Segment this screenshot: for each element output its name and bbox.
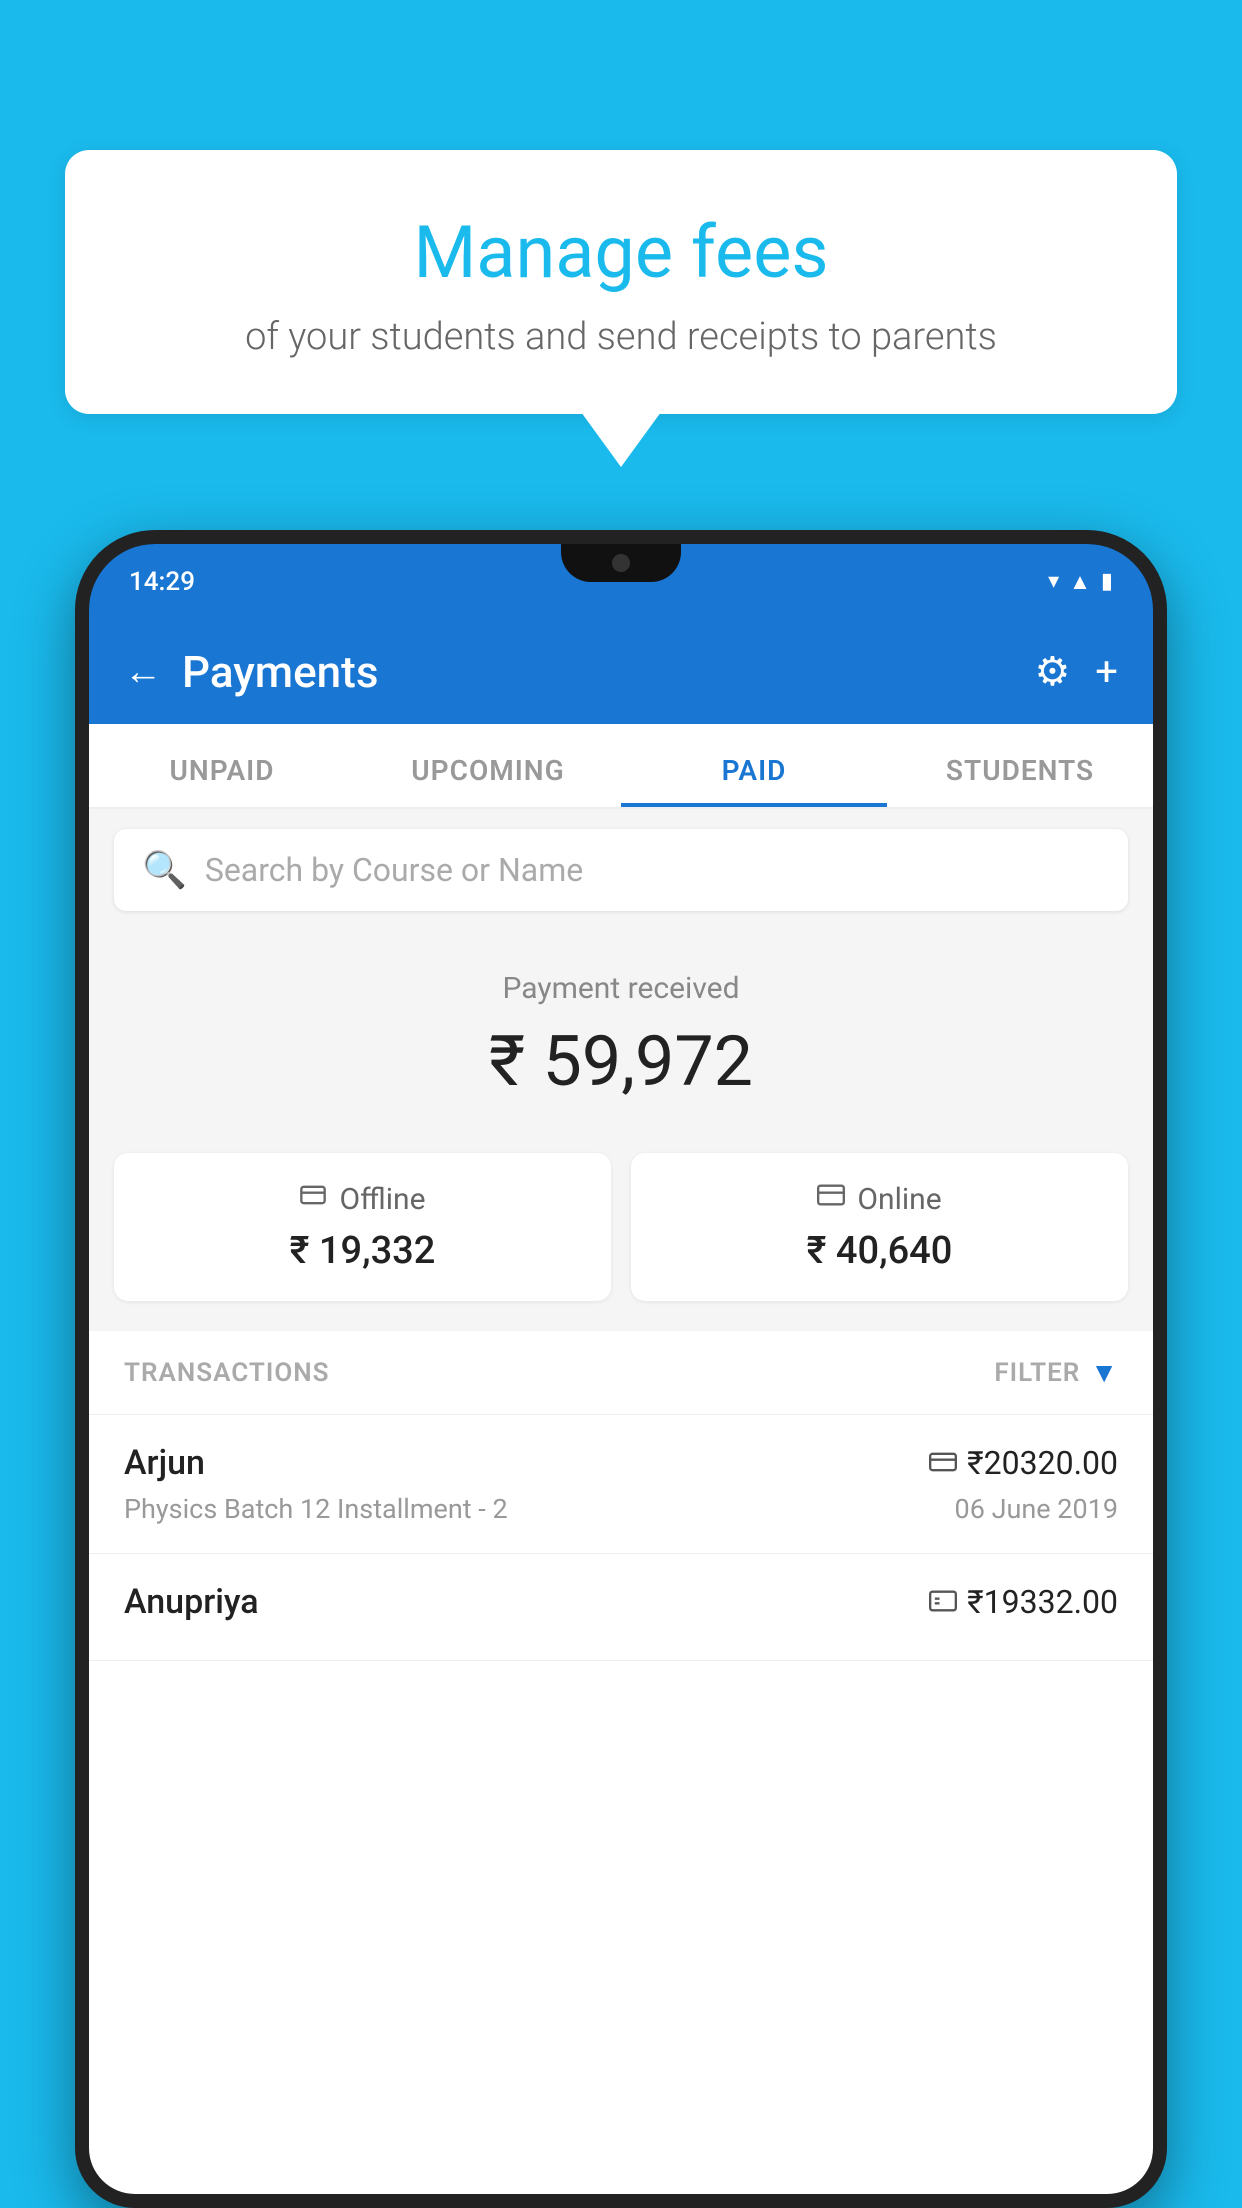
online-label: Online — [857, 1182, 941, 1217]
phone-mockup: 14:29 ▾ ▲ ▮ ← Payments ⚙ + UNPAID — [75, 530, 1167, 2208]
tab-upcoming[interactable]: UPCOMING — [355, 724, 621, 807]
phone-screen: ← Payments ⚙ + UNPAID UPCOMING PAID STUD… — [89, 619, 1153, 2194]
transaction-detail-arjun: Physics Batch 12 Installment - 2 — [124, 1493, 508, 1525]
payment-amount: ₹ 59,972 — [109, 1021, 1133, 1103]
offline-label: Offline — [339, 1182, 425, 1217]
status-icons: ▾ ▲ ▮ — [1048, 569, 1113, 595]
camera-dot — [612, 554, 630, 572]
offline-payment-icon-anupriya — [929, 1586, 957, 1619]
status-bar: 14:29 ▾ ▲ ▮ — [89, 544, 1153, 619]
payment-received-label: Payment received — [109, 971, 1133, 1006]
speech-bubble-arrow — [581, 412, 661, 467]
app-header: ← Payments ⚙ + — [89, 619, 1153, 724]
transaction-name-arjun: Arjun — [124, 1443, 205, 1483]
settings-icon[interactable]: ⚙ — [1034, 648, 1070, 695]
transaction-row-2-arjun: Physics Batch 12 Installment - 2 06 June… — [124, 1493, 1118, 1525]
search-icon: 🔍 — [142, 849, 187, 891]
offline-icon — [299, 1181, 327, 1217]
page-title: Payments — [182, 646, 378, 698]
online-amount: ₹ 40,640 — [807, 1229, 953, 1273]
offline-payment-card: Offline ₹ 19,332 — [114, 1153, 611, 1301]
transactions-label: TRANSACTIONS — [124, 1358, 330, 1388]
transaction-amount-arjun: ₹20320.00 — [967, 1444, 1118, 1482]
transaction-item-arjun[interactable]: Arjun ₹20320.00 Physics Batch 12 Install… — [89, 1415, 1153, 1554]
search-placeholder: Search by Course or Name — [205, 851, 583, 889]
phone-notch — [561, 544, 681, 582]
tab-students[interactable]: STUDENTS — [887, 724, 1153, 807]
search-container: 🔍 Search by Course or Name — [89, 809, 1153, 931]
speech-bubble-container: Manage fees of your students and send re… — [65, 150, 1177, 467]
online-card-top: Online — [817, 1181, 941, 1217]
search-bar[interactable]: 🔍 Search by Course or Name — [114, 829, 1128, 911]
offline-amount: ₹ 19,332 — [290, 1229, 436, 1273]
offline-card-top: Offline — [299, 1181, 425, 1217]
online-payment-icon-arjun — [929, 1447, 957, 1480]
transaction-amount-row-arjun: ₹20320.00 — [929, 1444, 1118, 1482]
wifi-icon: ▾ — [1048, 569, 1059, 594]
transaction-name-anupriya: Anupriya — [124, 1582, 259, 1622]
payment-cards: Offline ₹ 19,332 Online ₹ 40,640 — [89, 1133, 1153, 1331]
online-icon — [817, 1181, 845, 1217]
signal-icon: ▲ — [1069, 569, 1091, 595]
filter-button[interactable]: FILTER ▼ — [994, 1356, 1118, 1389]
transaction-date-arjun: 06 June 2019 — [955, 1493, 1118, 1525]
payment-received-section: Payment received ₹ 59,972 — [89, 931, 1153, 1133]
transaction-amount-anupriya: ₹19332.00 — [967, 1583, 1118, 1621]
transaction-row-1-anupriya: Anupriya ₹19332.00 — [124, 1582, 1118, 1622]
back-button[interactable]: ← — [124, 650, 162, 694]
battery-icon: ▮ — [1101, 569, 1113, 594]
status-time: 14:29 — [129, 567, 195, 597]
transaction-item-anupriya[interactable]: Anupriya ₹19332.00 — [89, 1554, 1153, 1661]
transaction-row-1: Arjun ₹20320.00 — [124, 1443, 1118, 1483]
filter-icon: ▼ — [1090, 1356, 1118, 1389]
transactions-header: TRANSACTIONS FILTER ▼ — [89, 1331, 1153, 1415]
tab-unpaid[interactable]: UNPAID — [89, 724, 355, 807]
speech-bubble-subtitle: of your students and send receipts to pa… — [135, 315, 1107, 359]
tab-paid[interactable]: PAID — [621, 724, 887, 807]
add-icon[interactable]: + — [1095, 648, 1118, 695]
transaction-amount-row-anupriya: ₹19332.00 — [929, 1583, 1118, 1621]
header-right: ⚙ + — [1034, 648, 1118, 695]
speech-bubble: Manage fees of your students and send re… — [65, 150, 1177, 414]
filter-label: FILTER — [994, 1358, 1080, 1388]
header-left: ← Payments — [124, 646, 378, 698]
tabs-container: UNPAID UPCOMING PAID STUDENTS — [89, 724, 1153, 809]
speech-bubble-title: Manage fees — [135, 210, 1107, 295]
online-payment-card: Online ₹ 40,640 — [631, 1153, 1128, 1301]
